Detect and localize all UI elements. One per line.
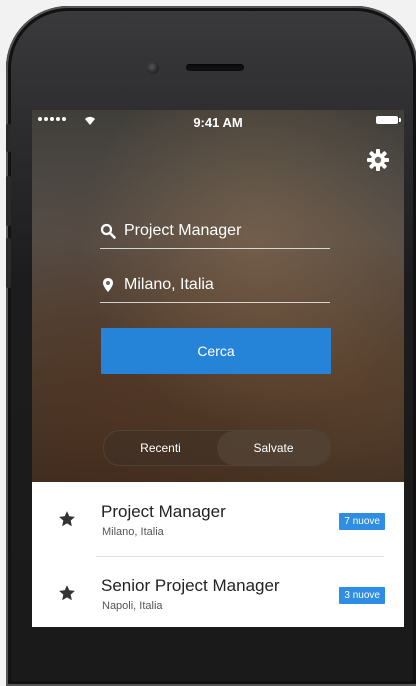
star-icon[interactable] xyxy=(58,510,76,528)
location-field[interactable] xyxy=(100,268,330,303)
search-input[interactable] xyxy=(124,222,324,240)
star-icon[interactable] xyxy=(58,584,76,602)
item-location: Napoli, Italia xyxy=(102,600,163,612)
saved-searches-list: Project Manager Milano, Italia 7 nuove S… xyxy=(32,482,404,627)
list-item[interactable]: Senior Project Manager Napoli, Italia 3 … xyxy=(32,556,404,627)
app-screen: 9:41 AM Project Manager Milano, Italia C… xyxy=(32,110,404,627)
tab-salvate[interactable]: Salvate xyxy=(217,431,330,465)
saved-searches-tabs: Recenti Salvate xyxy=(103,430,331,466)
mute-switch xyxy=(6,124,11,152)
item-title: Project Manager xyxy=(101,502,226,521)
gear-icon[interactable] xyxy=(366,148,390,172)
search-hero: 9:41 AM Project Manager Milano, Italia C… xyxy=(32,110,404,482)
earpiece-speaker xyxy=(186,64,244,71)
battery-icon xyxy=(376,116,401,124)
front-camera xyxy=(147,62,159,74)
search-icon xyxy=(100,223,116,239)
search-button[interactable]: Cerca xyxy=(101,328,331,374)
status-time: 9:41 AM xyxy=(193,115,243,130)
new-count-badge: 3 nuove xyxy=(339,587,385,604)
tab-recenti[interactable]: Recenti xyxy=(104,431,217,465)
volume-up-button xyxy=(6,176,11,226)
search-field[interactable] xyxy=(100,214,330,249)
item-location: Milano, Italia xyxy=(102,526,164,538)
list-item[interactable]: Project Manager Milano, Italia 7 nuove xyxy=(32,482,404,556)
location-pin-icon xyxy=(103,278,113,292)
location-input[interactable] xyxy=(124,276,324,294)
volume-down-button xyxy=(6,238,11,288)
item-title: Senior Project Manager xyxy=(101,576,280,595)
new-count-badge: 7 nuove xyxy=(339,513,385,530)
